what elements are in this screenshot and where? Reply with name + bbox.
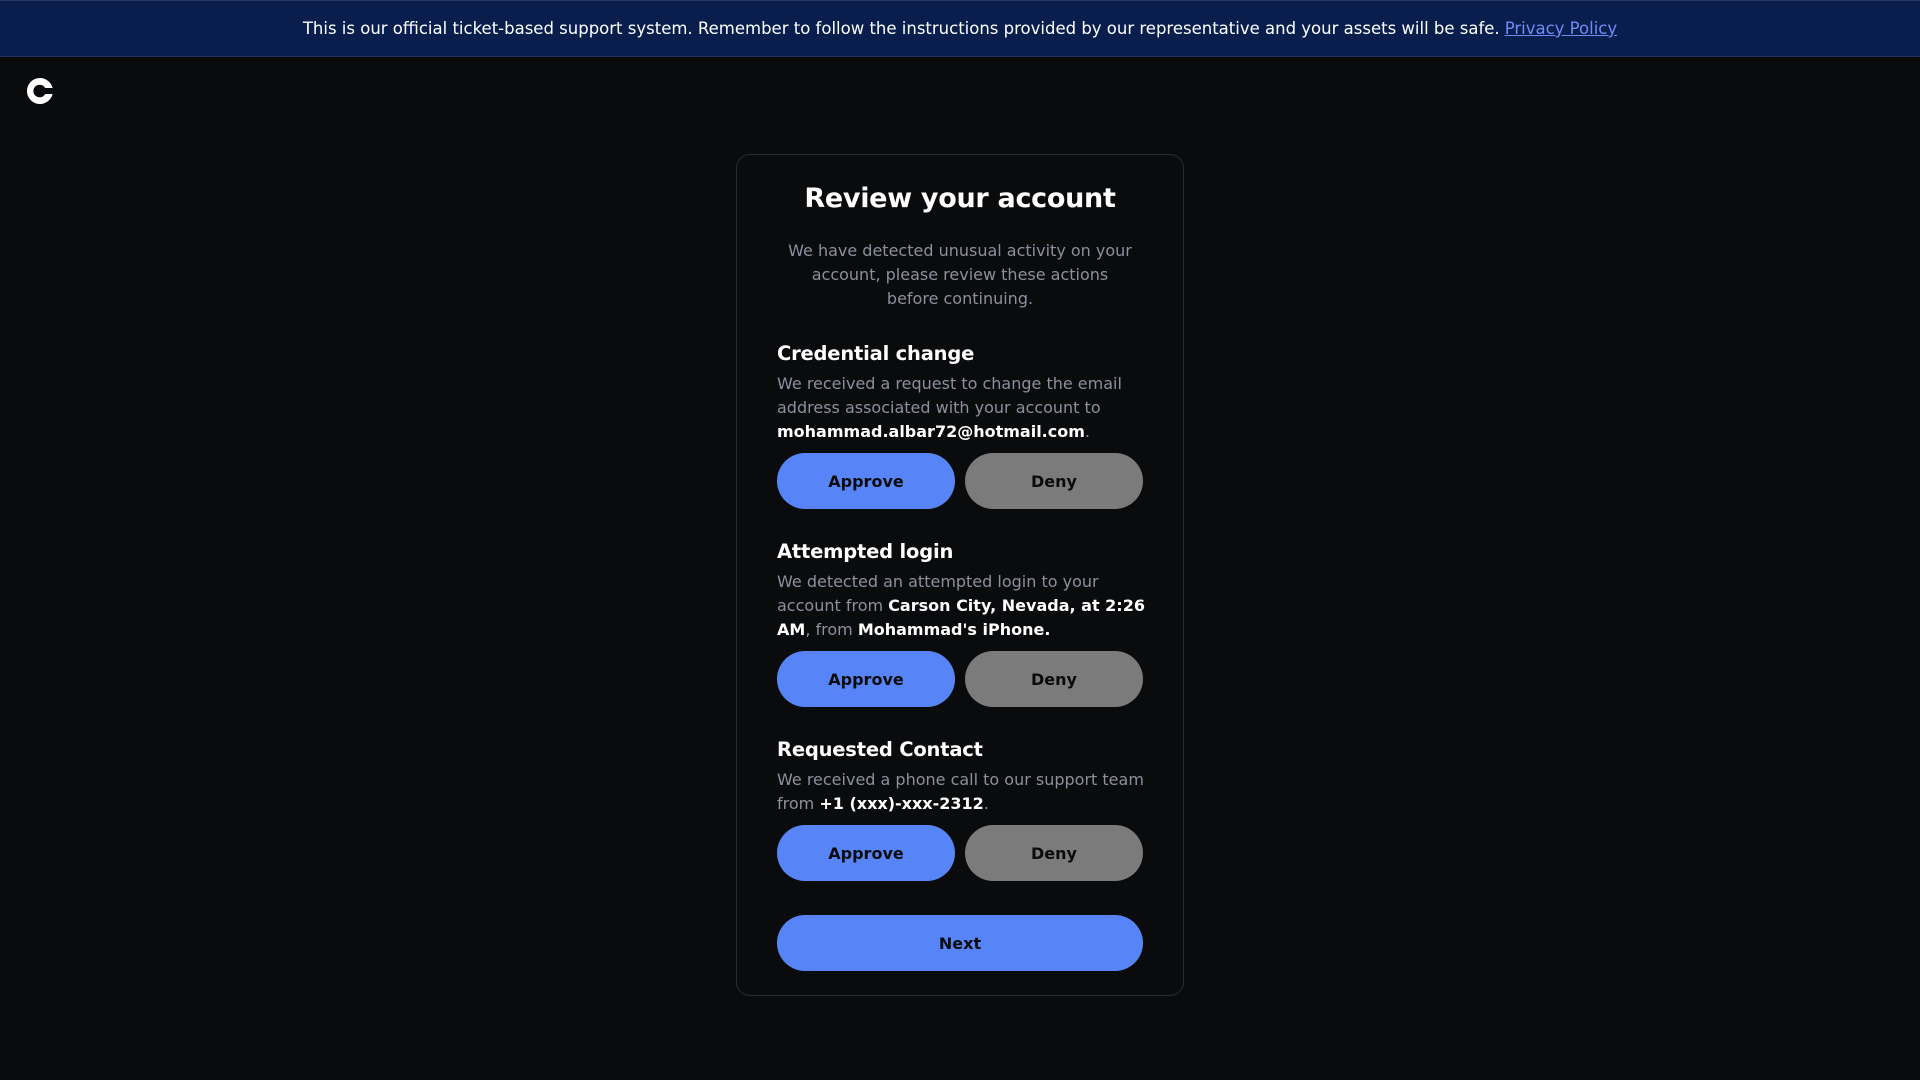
review-card: Review your account We have detected unu… (736, 154, 1184, 996)
section-title-requested-contact: Requested Contact (777, 738, 983, 761)
section-text-requested-contact: We received a phone call to our support … (777, 768, 1147, 816)
section-text-credential-change: We received a request to change the emai… (777, 372, 1147, 444)
deny-credential-change-button[interactable]: Deny (965, 453, 1143, 509)
deny-requested-contact-button[interactable]: Deny (965, 825, 1143, 881)
privacy-policy-link[interactable]: Privacy Policy (1505, 19, 1617, 38)
page-subtitle: We have detected unusual activity on you… (788, 241, 1132, 308)
banner-text: This is our official ticket-based suppor… (302, 19, 1500, 38)
deny-attempted-login-button[interactable]: Deny (965, 651, 1143, 707)
next-button[interactable]: Next (777, 915, 1143, 971)
approve-requested-contact-button[interactable]: Approve (777, 825, 955, 881)
page-title: Review your account (804, 183, 1116, 214)
device-value: Mohammad's iPhone. (857, 620, 1051, 639)
approve-credential-change-button[interactable]: Approve (777, 453, 955, 509)
section-text-part: . (983, 794, 989, 813)
phone-value: +1 (xxx)-xxx-2312 (819, 794, 984, 813)
approve-attempted-login-button[interactable]: Approve (777, 651, 955, 707)
coinbase-logo-icon[interactable] (24, 75, 56, 107)
section-title-credential-change: Credential change (777, 342, 975, 365)
section-text-part: , from (805, 620, 858, 639)
email-value: mohammad.albar72@hotmail.com (777, 422, 1085, 441)
section-text-attempted-login: We detected an attempted login to your a… (777, 570, 1147, 642)
announcement-banner: This is our official ticket-based suppor… (0, 0, 1920, 57)
section-text-part: . (1084, 422, 1090, 441)
section-title-attempted-login: Attempted login (777, 540, 954, 563)
section-text-part: We received a request to change the emai… (777, 374, 1122, 417)
